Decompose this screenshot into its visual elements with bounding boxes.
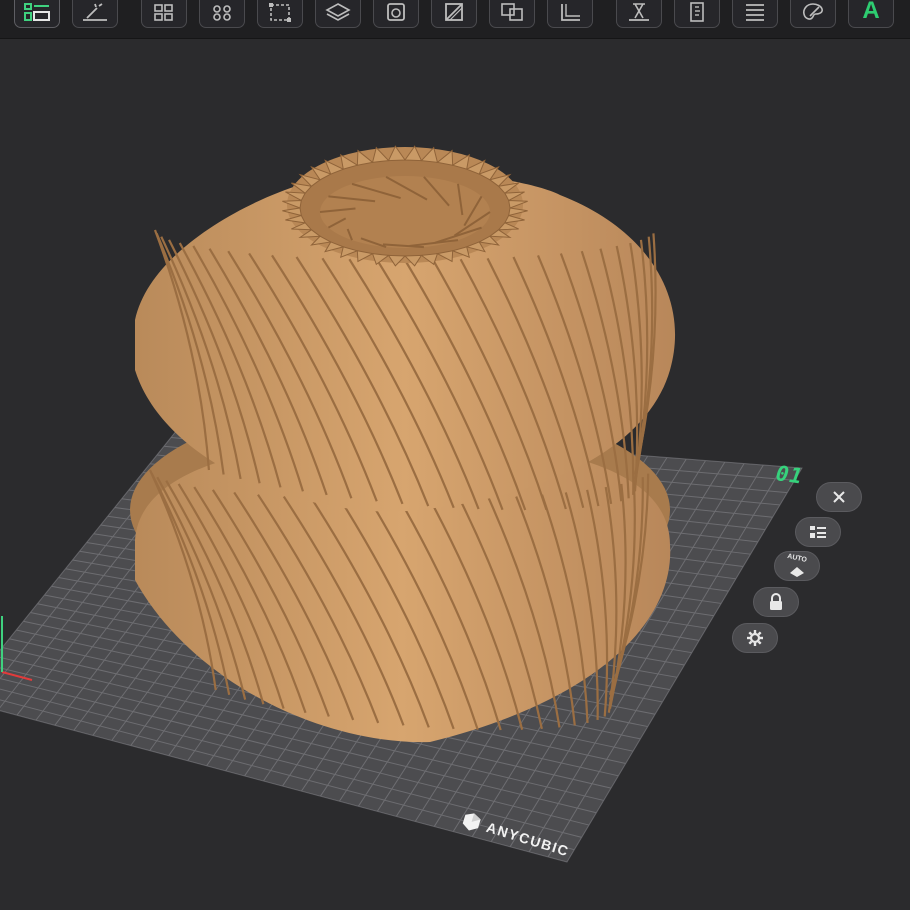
corner-bracket-icon[interactable] [547,0,593,28]
slicer-app: A 01 AUTO ANYCUBIC [0,0,910,910]
palette-icon[interactable] [790,0,836,28]
boolean-overlap-icon[interactable] [489,0,535,28]
gear-icon [747,630,763,646]
anycubic-a-icon[interactable]: A [848,0,894,28]
support-tower-icon[interactable] [616,0,662,28]
list-settings-icon [810,526,826,538]
plate-gear-button[interactable] [732,623,778,653]
top-toolbar: A [0,0,910,39]
lock-plate-button[interactable] [753,587,799,617]
slash-box-icon[interactable] [431,0,477,28]
gear-grid-icon[interactable] [199,0,245,28]
vase-model[interactable] [130,145,676,743]
auto-arrange-button[interactable]: AUTO [774,551,820,581]
bounding-box-icon[interactable] [257,0,303,28]
lock-icon [770,593,782,610]
scene-canvas[interactable] [0,39,910,910]
layout-list-icon[interactable] [14,0,60,28]
hollow-square-icon[interactable] [373,0,419,28]
close-plate-button[interactable] [816,482,862,512]
plate-settings-list-button[interactable] [795,517,841,547]
auto-layout-icon [790,566,804,577]
wand-icon[interactable] [72,0,118,28]
layers-cube-icon[interactable] [315,0,361,28]
slice-lines-icon[interactable] [732,0,778,28]
ruler-file-icon[interactable] [674,0,720,28]
anycubic-a-letter: A [862,0,880,24]
close-icon [833,491,845,503]
3d-viewport[interactable]: 01 AUTO ANYCUBIC [0,39,910,910]
arrange-grid-icon[interactable] [141,0,187,28]
plate-number: 01 [774,461,805,489]
